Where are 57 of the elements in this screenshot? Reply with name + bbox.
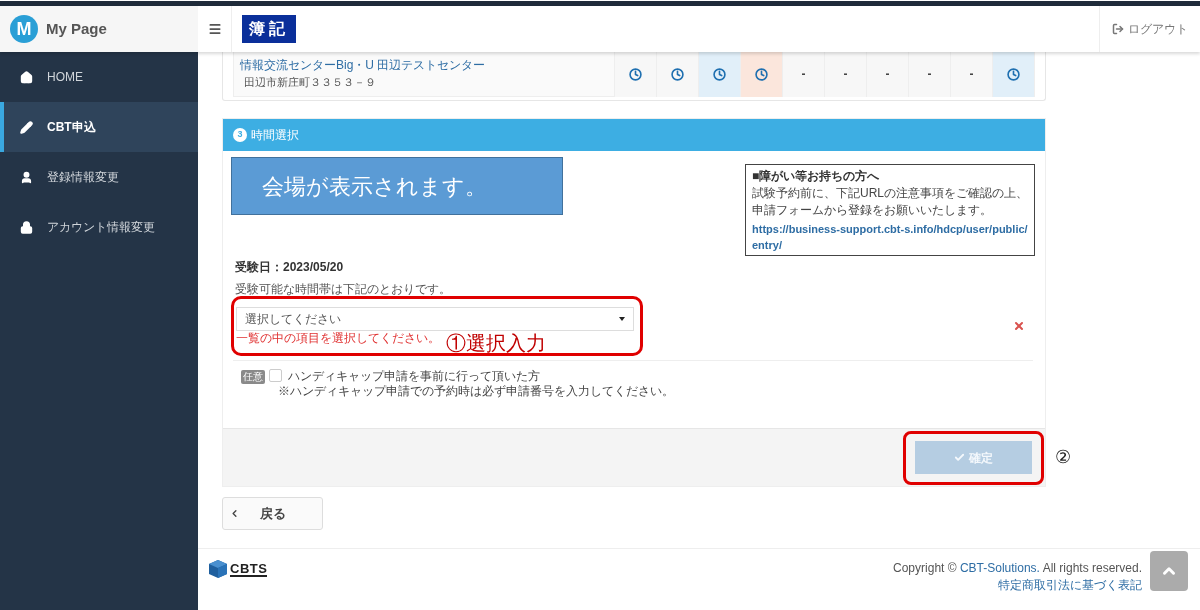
- sidebar-item[interactable]: CBT申込: [0, 102, 198, 152]
- info-banner: 会場が表示されます。: [231, 157, 563, 215]
- logout-icon: [1112, 23, 1124, 35]
- back-button[interactable]: 戻る: [222, 497, 323, 530]
- slot-cell: -: [950, 51, 992, 97]
- logo-icon: M: [10, 15, 38, 43]
- home-icon: [20, 70, 33, 84]
- scroll-top-button[interactable]: [1150, 551, 1188, 591]
- step-number: 3: [233, 128, 247, 142]
- company-link[interactable]: CBT-Solutions.: [959, 561, 1040, 575]
- slot-cell: -: [866, 51, 908, 97]
- slot-cell: -: [908, 51, 950, 97]
- optional-badge: 任意: [241, 370, 265, 384]
- error-icon: [1013, 320, 1025, 332]
- clock-icon: [1007, 67, 1020, 81]
- venue-address: 田辺市新庄町３３５３－９: [243, 74, 377, 90]
- time-hint: 受験可能な時間帯は下記のとおりです。: [234, 282, 452, 296]
- notice-link[interactable]: https://business-support.cbt-s.info/hdcp/user/public/entry/: [752, 221, 1028, 253]
- time-slot[interactable]: [740, 51, 782, 97]
- exam-date: 受験日：2023/05/20: [234, 259, 345, 276]
- handicap-checkbox[interactable]: [269, 369, 282, 382]
- sidebar-item[interactable]: HOME: [0, 52, 198, 102]
- handicap-label: ハンディキャップ申請を事前に行って頂いた方: [288, 369, 541, 384]
- subject-badge: 簿記: [242, 15, 296, 43]
- step-annotation: ①選択入力: [446, 332, 546, 354]
- company-logo: CBTS: [208, 559, 268, 579]
- caret-icon: [619, 317, 625, 321]
- app-title: My Page: [46, 18, 107, 39]
- time-slot[interactable]: [614, 51, 656, 97]
- sidebar-item[interactable]: 登録情報変更: [0, 152, 198, 202]
- lock-icon: [20, 220, 33, 234]
- slot-cell: -: [824, 51, 866, 97]
- time-select[interactable]: 選択してください: [236, 307, 634, 331]
- pencil-icon: [20, 120, 33, 134]
- user-icon: [20, 170, 33, 184]
- check-icon: [954, 452, 965, 463]
- error-message: 一覧の中の項目を選択してください。: [236, 332, 440, 345]
- clock-icon: [671, 67, 684, 81]
- copyright-text: Copyright © CBT-Solutions. All rights reserved.: [893, 560, 1142, 577]
- time-slot[interactable]: [656, 51, 698, 97]
- step-annotation: ②: [1055, 446, 1071, 469]
- cube-icon: [208, 559, 228, 579]
- clock-icon: [713, 67, 726, 81]
- notice-text: 試験予約前に、下記URLの注意事項をご確認の上、申請フォームから登録をお願いいたします。: [752, 185, 1028, 219]
- clock-icon: [629, 67, 642, 81]
- logout-link[interactable]: ログアウト: [1099, 6, 1200, 52]
- menu-icon: [207, 22, 222, 36]
- time-slot[interactable]: [992, 51, 1034, 97]
- slot-cell: -: [782, 51, 824, 97]
- section-title: 時間選択: [251, 127, 299, 144]
- sidebar-item[interactable]: アカウント情報変更: [0, 202, 198, 252]
- legal-link[interactable]: 特定商取引法に基づく表記: [998, 577, 1142, 594]
- time-slot[interactable]: [698, 51, 740, 97]
- clock-icon: [755, 67, 768, 81]
- handicap-note: ※ハンディキャップ申請での予約時は必ず申請番号を入力してください。: [278, 384, 674, 399]
- notice-title: ■障がい等お持ちの方へ: [752, 168, 881, 185]
- venue-name[interactable]: 情報交流センターBig・U 田辺テストセンター: [240, 57, 614, 72]
